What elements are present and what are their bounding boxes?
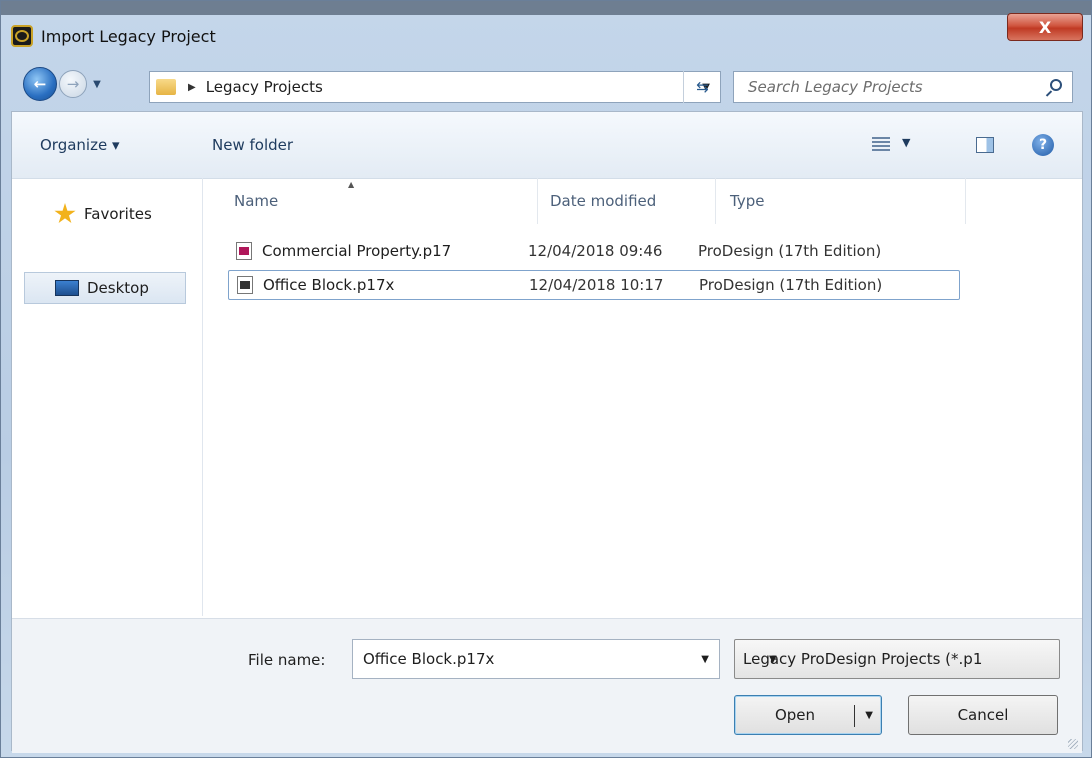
open-options-dropdown-icon[interactable]: ▼ — [865, 710, 873, 721]
breadcrumb-arrow-icon[interactable]: ▶ — [188, 82, 196, 93]
prodesign-x-file-icon — [237, 276, 253, 294]
resize-grip-icon[interactable] — [1068, 739, 1078, 749]
file-name: Office Block.p17x — [263, 276, 395, 294]
filter-dropdown-icon[interactable]: ▼ — [769, 654, 1051, 665]
file-name-input[interactable]: Office Block.p17x ▼ — [352, 639, 720, 679]
change-view-icon[interactable] — [872, 137, 890, 151]
prodesign-file-icon — [236, 242, 252, 260]
file-name-label: File name: — [248, 651, 326, 669]
column-header-label: Date modified — [550, 192, 657, 210]
recent-pages-dropdown-icon[interactable]: ▼ — [89, 79, 105, 90]
new-folder-button[interactable]: New folder — [212, 136, 293, 154]
view-options-dropdown-icon[interactable]: ▼ — [902, 136, 910, 149]
file-name: Commercial Property.p17 — [262, 242, 452, 260]
close-button[interactable]: X — [1007, 13, 1083, 41]
file-date: 12/04/2018 09:46 — [528, 242, 663, 260]
refresh-icon[interactable]: ⇆ — [683, 71, 721, 103]
app-icon — [11, 25, 33, 47]
title-bar: Import Legacy Project — [11, 19, 216, 53]
back-arrow-icon[interactable]: ← — [23, 67, 57, 101]
cancel-button[interactable]: Cancel — [908, 695, 1058, 735]
file-list: Name ▲ Date modified Type Commercial Pro… — [202, 178, 1082, 616]
breadcrumb-legacy-projects[interactable]: Legacy Projects — [206, 78, 323, 96]
background-strip — [1, 1, 1091, 15]
column-header-label: Name — [234, 192, 279, 210]
column-header-name[interactable]: Name ▲ — [202, 178, 538, 224]
navigation-bar: ← → ▼ ▶ Legacy Projects ▼ ⇆ Search Legac… — [7, 59, 1085, 109]
star-icon — [54, 203, 76, 224]
dialog-footer: File name: Office Block.p17x ▼ Legacy Pr… — [12, 618, 1082, 753]
sidebar-item-favorites[interactable]: Favorites — [24, 198, 186, 230]
file-row-selected[interactable]: Office Block.p17x 12/04/2018 10:17 ProDe… — [228, 270, 960, 300]
help-icon[interactable]: ? — [1032, 134, 1054, 156]
split-divider — [854, 705, 855, 727]
file-type-filter-select[interactable]: Legacy ProDesign Projects (*.p1 ▼ — [734, 639, 1060, 679]
column-header-date-modified[interactable]: Date modified — [538, 178, 716, 224]
folder-icon — [156, 79, 176, 95]
sidebar-item-label: Favorites — [84, 205, 152, 223]
file-browser: Organize ▾ New folder ▼ ? Favorites Desk… — [11, 111, 1083, 753]
navigation-pane: Favorites Desktop — [12, 178, 203, 616]
sidebar-item-desktop[interactable]: Desktop — [24, 272, 186, 304]
dialog-window: Import Legacy Project X ← → ▼ ▶ Legacy P… — [0, 0, 1092, 758]
sort-ascending-icon: ▲ — [348, 180, 355, 189]
forward-arrow-icon[interactable]: → — [59, 70, 87, 98]
file-date: 12/04/2018 10:17 — [529, 276, 664, 294]
organize-button[interactable]: Organize ▾ — [40, 136, 120, 154]
file-name-value: Office Block.p17x — [363, 650, 495, 668]
window-title: Import Legacy Project — [41, 26, 216, 46]
preview-pane-icon[interactable] — [976, 137, 994, 153]
open-button[interactable]: Open ▼ — [734, 695, 882, 735]
search-input[interactable]: Search Legacy Projects — [733, 71, 1073, 103]
open-button-label: Open — [774, 706, 816, 724]
file-type: ProDesign (17th Edition) — [698, 242, 882, 260]
column-header-type[interactable]: Type — [716, 178, 966, 224]
search-placeholder: Search Legacy Projects — [748, 78, 923, 96]
file-name-dropdown-icon[interactable]: ▼ — [701, 654, 709, 665]
sidebar-item-label: Desktop — [87, 279, 149, 297]
file-type: ProDesign (17th Edition) — [699, 276, 883, 294]
file-row[interactable]: Commercial Property.p17 12/04/2018 09:46… — [228, 236, 960, 266]
column-header-label: Type — [730, 192, 765, 210]
address-bar[interactable]: ▶ Legacy Projects ▼ — [149, 71, 721, 103]
command-toolbar: Organize ▾ New folder ▼ ? — [12, 112, 1082, 179]
desktop-icon — [55, 280, 79, 296]
search-icon[interactable] — [1050, 79, 1062, 91]
